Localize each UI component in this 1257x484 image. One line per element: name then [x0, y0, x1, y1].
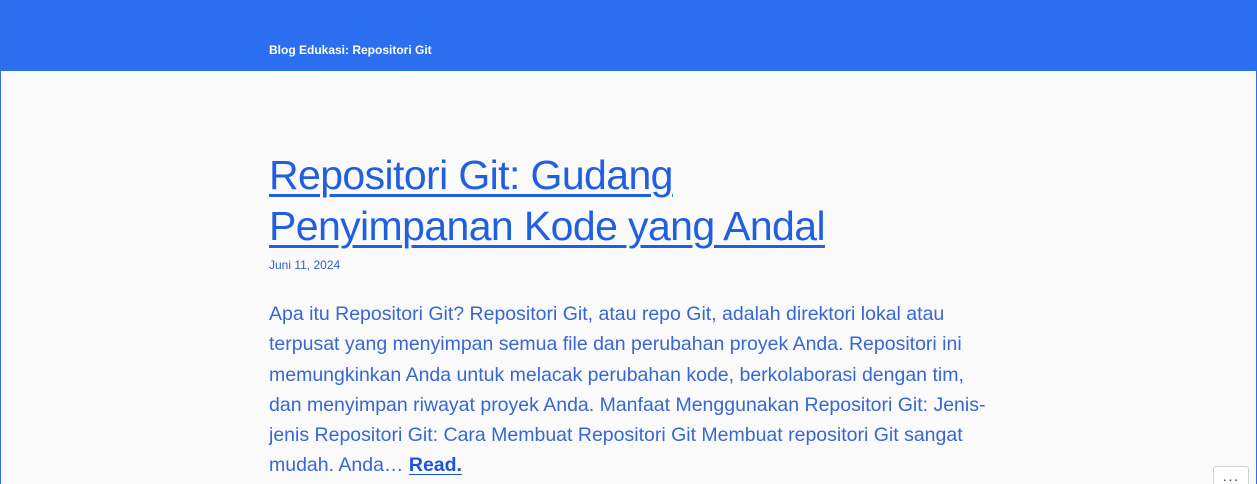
- page-frame: Blog Edukasi: Repositori Git Repositori …: [0, 0, 1257, 484]
- more-options-button[interactable]: ···: [1213, 466, 1249, 484]
- read-more-link[interactable]: Read.: [409, 454, 462, 476]
- site-title-link[interactable]: Blog Edukasi: Repositori Git: [269, 43, 432, 57]
- post-title-link[interactable]: Repositori Git: Gudang Penyimpanan Kode …: [269, 150, 889, 252]
- site-header: Blog Edukasi: Repositori Git: [1, 0, 1256, 71]
- ellipsis-icon: ···: [1222, 471, 1240, 484]
- post-excerpt-text: Apa itu Repositori Git? Repositori Git, …: [269, 303, 986, 477]
- post-excerpt: Apa itu Repositori Git? Repositori Git, …: [269, 299, 999, 481]
- post-date[interactable]: Juni 11, 2024: [269, 258, 340, 272]
